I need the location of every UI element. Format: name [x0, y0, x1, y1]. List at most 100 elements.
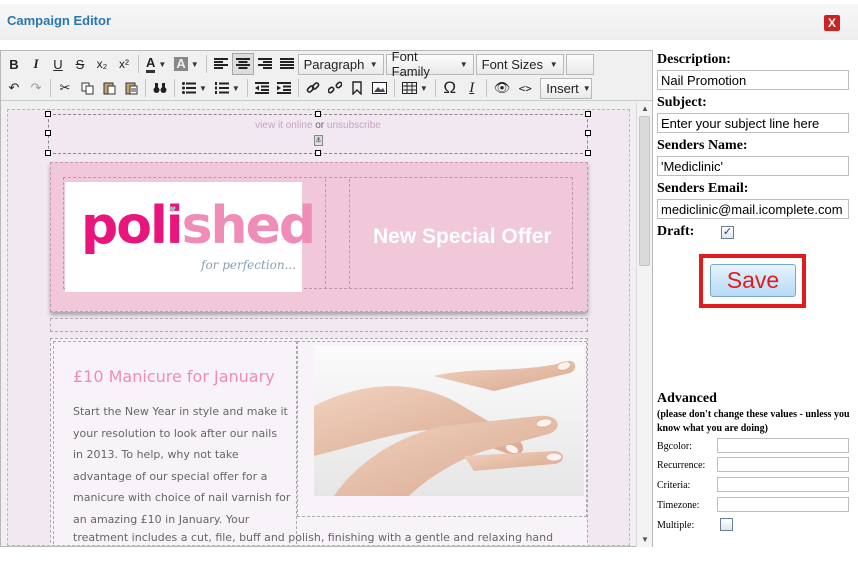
chevron-down-icon: ▼	[582, 83, 591, 93]
undo-icon: ↶	[8, 80, 20, 95]
bold-button[interactable]: B	[3, 53, 25, 75]
redo-button[interactable]: ↷	[25, 77, 47, 99]
criteria-label: Criteria:	[657, 480, 691, 491]
outdent-icon	[254, 82, 269, 94]
font-family-select[interactable]: Font Family ▼	[385, 49, 474, 79]
senders-email-field[interactable]: mediclinic@mail.icomplete.com	[657, 199, 849, 219]
toolbar-row-2: ↶ ↷ ✂ ▼ ▼ ▼ Ω I 👁 <> Insert ▼	[3, 77, 594, 99]
bgcolor-field[interactable]	[717, 438, 849, 453]
chevron-down-icon: ▼	[419, 83, 428, 93]
article-body-line: an amazing £10 in January. Your	[73, 512, 250, 526]
recurrence-field[interactable]	[717, 457, 849, 472]
scrollbar-thumb[interactable]	[639, 116, 650, 266]
paste-button[interactable]	[98, 77, 120, 99]
bgcolor-label: Bgcolor:	[657, 441, 692, 452]
title-bar: Campaign Editor X	[0, 4, 858, 40]
find-button[interactable]	[149, 77, 171, 99]
scroll-down-icon[interactable]: ▼	[637, 533, 653, 547]
justify-button[interactable]	[276, 53, 298, 75]
image-icon	[371, 82, 387, 94]
unlink-icon	[327, 81, 342, 94]
outdent-button[interactable]	[251, 77, 273, 99]
resize-handle[interactable]	[45, 130, 51, 136]
underline-button[interactable]: U	[47, 53, 69, 75]
align-right-button[interactable]	[254, 53, 276, 75]
editor-scrollbar[interactable]: ▲ ▼	[636, 102, 652, 547]
unsubscribe-link[interactable]: unsubscribe	[327, 120, 381, 131]
advanced-heading: Advanced	[657, 391, 717, 406]
highlight-button[interactable]: A ▼	[170, 53, 202, 75]
chevron-down-icon: ▼	[158, 59, 167, 69]
article-image-cell[interactable]	[297, 341, 587, 517]
senders-name-label: Senders Name:	[657, 138, 748, 153]
font-sizes-select[interactable]: Font Sizes ▼	[475, 53, 564, 75]
resize-handle[interactable]	[45, 150, 51, 156]
unlink-button[interactable]	[324, 77, 346, 99]
image-button[interactable]	[368, 77, 391, 99]
numbered-list-button[interactable]: ▼	[211, 77, 244, 99]
multiple-checkbox[interactable]	[720, 518, 733, 531]
resize-handle[interactable]	[315, 150, 321, 156]
criteria-field[interactable]	[717, 477, 849, 492]
font-color-label: A	[146, 55, 156, 73]
chevron-down-icon: ▼	[199, 83, 207, 93]
article-body-line: your resolution to look after our nails	[73, 426, 278, 440]
font-color-button[interactable]: A ▼	[142, 53, 170, 75]
insert-menu[interactable]: Insert ▼	[540, 77, 593, 99]
superscript-button[interactable]: x²	[113, 53, 135, 75]
rich-text-editor: B I U S x₂ x² A ▼ A ▼ Paragraph ▼ Font Fami…	[0, 49, 653, 547]
paste-text-button[interactable]	[120, 77, 142, 99]
resize-handle[interactable]	[585, 150, 591, 156]
description-field[interactable]: Nail Promotion	[657, 70, 849, 90]
multiple-label: Multiple:	[657, 520, 695, 531]
senders-name-field[interactable]: 'Mediclinic'	[657, 156, 849, 176]
draft-label: Draft:	[657, 224, 695, 239]
chevron-down-icon: ▼	[190, 59, 199, 69]
editor-content-area[interactable]: view it online or unsubscribe ⚓ polished…	[7, 109, 630, 546]
paragraph-format-select[interactable]: Paragraph ▼	[297, 53, 384, 75]
subject-field[interactable]: Enter your subject line here	[657, 113, 849, 133]
chevron-down-icon: ▼	[231, 83, 240, 93]
align-left-button[interactable]	[210, 53, 232, 75]
special-char-button[interactable]: Ω	[439, 77, 461, 99]
copy-button[interactable]	[76, 77, 98, 99]
preview-button[interactable]: 👁	[490, 77, 515, 99]
toolbar-separator	[297, 79, 299, 97]
resize-handle[interactable]	[585, 130, 591, 136]
align-center-icon	[235, 58, 250, 69]
anchor-button[interactable]	[346, 77, 368, 99]
font-sizes-value: Font Sizes	[481, 56, 544, 72]
table-button[interactable]: ▼	[398, 77, 432, 99]
header-banner: polished ♥ for perfection... New Special…	[50, 162, 588, 312]
undo-button[interactable]: ↶	[3, 77, 25, 99]
clear-formatting-button[interactable]: I	[461, 77, 483, 99]
align-center-button[interactable]	[231, 53, 254, 75]
preheader-cell[interactable]: view it online or unsubscribe ⚓	[48, 114, 588, 154]
article-title: £10 Manicure for January	[73, 367, 275, 386]
save-button[interactable]: Save	[710, 264, 796, 297]
chevron-down-icon: ▼	[369, 59, 378, 69]
logo-wordmark-primary: poli	[81, 196, 184, 256]
close-icon[interactable]: X	[824, 15, 840, 31]
paragraph-format-value: Paragraph	[303, 56, 365, 72]
toolbar-separator	[246, 79, 248, 97]
link-button[interactable]	[302, 77, 324, 99]
italic-button[interactable]: I	[25, 53, 47, 75]
bullet-list-button[interactable]: ▼	[178, 77, 211, 99]
draft-checkbox[interactable]: ✓	[721, 226, 734, 239]
strikethrough-button[interactable]: S	[69, 53, 91, 75]
cut-button[interactable]: ✂	[54, 77, 76, 99]
resize-handle[interactable]	[45, 111, 51, 117]
resize-handle[interactable]	[315, 111, 321, 117]
bookmark-icon	[352, 81, 362, 95]
view-online-link[interactable]: view it online	[255, 120, 312, 131]
window-title: Campaign Editor	[7, 13, 112, 28]
resize-handle[interactable]	[585, 111, 591, 117]
timezone-field[interactable]	[717, 497, 849, 512]
checkmark-icon: ✓	[722, 226, 733, 238]
subscript-button[interactable]: x₂	[91, 53, 113, 75]
scroll-up-icon[interactable]: ▲	[637, 102, 653, 116]
indent-button[interactable]	[273, 77, 295, 99]
banner-cell-divider	[325, 179, 326, 289]
source-code-button[interactable]: <>	[514, 77, 536, 99]
